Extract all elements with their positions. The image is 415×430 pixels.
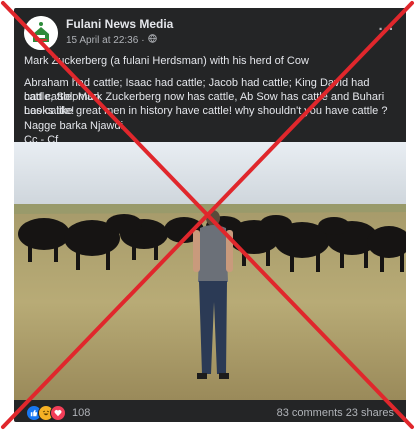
post-text-line-4: Looks like great men in history have cat… [24,105,388,117]
comments-count-link[interactable]: 83 comments [277,407,343,419]
globe-icon [147,34,157,46]
post-text-line-1: Mark Zuckerberg (a fulani Herdsman) with… [24,55,309,67]
post-meta: 15 April at 22:36 · [66,34,157,46]
reaction-count: 108 [72,407,91,419]
love-icon [50,405,66,421]
facebook-post-card: Fulani News Media 15 April at 22:36 · ..… [14,8,406,422]
page-avatar[interactable] [24,16,58,50]
more-options-icon[interactable]: ... [378,17,394,34]
post-text-line-5: Nagge barka Njawdi [24,120,124,132]
post-photo[interactable] [14,142,406,400]
page-name-link[interactable]: Fulani News Media [66,17,173,31]
shares-count-link[interactable]: 23 shares [346,407,394,419]
post-timestamp[interactable]: 15 April at 22:36 [66,35,138,46]
reactions-summary[interactable]: 108 [26,405,90,421]
post-stats: 83 comments 23 shares [277,407,394,419]
